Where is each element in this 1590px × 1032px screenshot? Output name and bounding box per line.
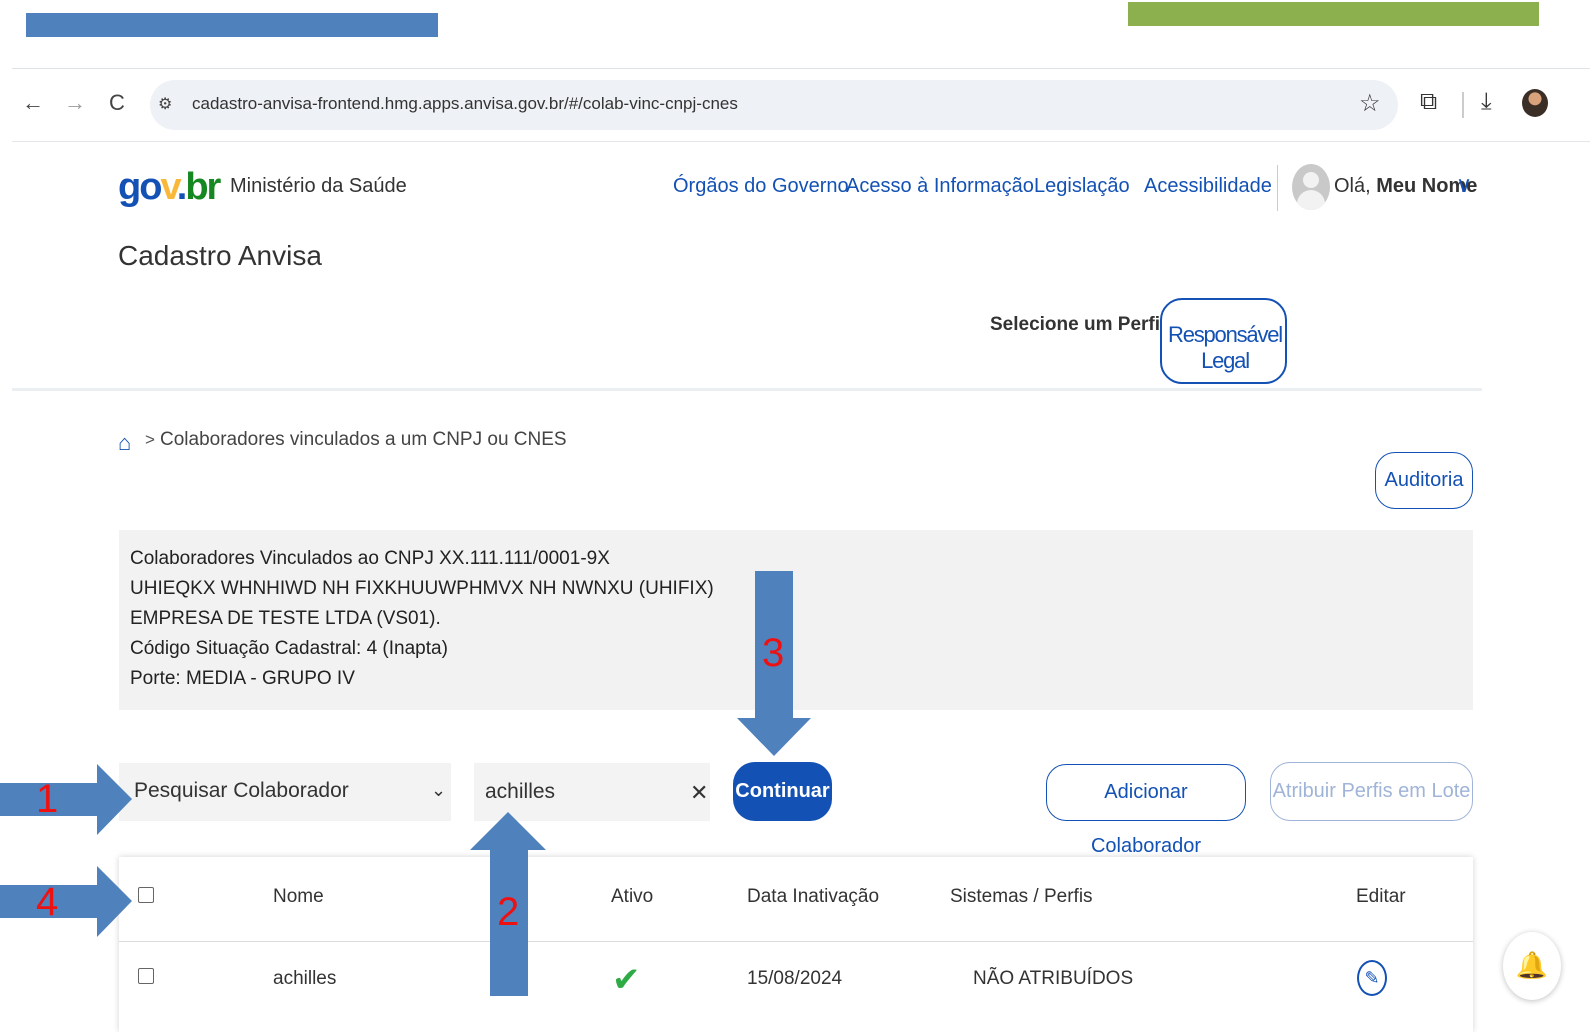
annotation-arrow-4 (0, 866, 132, 937)
annotation-arrow-1 (0, 764, 132, 835)
annotation-number-2: 2 (497, 890, 520, 934)
annotation-number-3: 3 (762, 631, 785, 675)
annotation-number-4: 4 (36, 880, 59, 924)
annotation-arrows (0, 571, 811, 996)
annotation-number-1: 1 (36, 777, 59, 821)
